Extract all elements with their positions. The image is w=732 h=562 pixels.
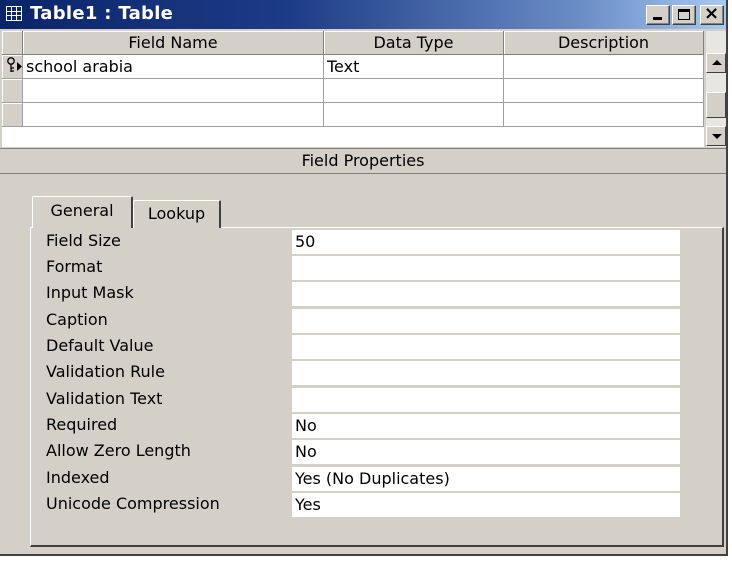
field-grid: Field Name Data Type Description school … [2,31,704,147]
caption-input[interactable] [292,309,680,333]
data-type-cell[interactable] [324,103,504,127]
property-label-validation-rule: Validation Rule [46,362,165,381]
arrow-up-icon [712,60,722,65]
minimize-icon [653,17,662,20]
tab-lookup[interactable]: Lookup [133,200,221,228]
input-mask-input[interactable] [292,282,680,306]
required-input[interactable]: No [292,414,680,438]
primary-key-icon [7,57,22,72]
row-selector-header[interactable] [2,31,23,55]
scroll-up-button[interactable] [706,53,726,73]
column-header-description[interactable]: Description [504,31,704,55]
table-row[interactable] [2,103,704,127]
row-selector[interactable] [2,55,23,79]
default-value-input[interactable] [292,335,680,359]
window-title: Table1 : Table [30,3,174,24]
column-header-data-type[interactable]: Data Type [324,31,504,55]
field-properties-title: Field Properties [301,151,425,170]
grid-header-row: Field Name Data Type Description [2,31,704,55]
allow-zero-length-input[interactable]: No [292,440,680,464]
scroll-down-button[interactable] [706,126,726,146]
data-type-cell[interactable]: Text [324,55,504,79]
validation-text-input[interactable] [292,388,680,412]
row-selector[interactable] [2,103,23,127]
property-label-allow-zero-length: Allow Zero Length [46,441,191,460]
property-label-default-value: Default Value [46,336,154,355]
data-type-cell[interactable] [324,79,504,103]
minimize-button[interactable] [646,5,670,25]
property-label-format: Format [46,257,103,276]
arrow-down-icon [712,134,722,139]
table-row[interactable]: school arabia Text [2,55,704,79]
property-label-required: Required [46,415,118,434]
property-label-caption: Caption [46,310,108,329]
vertical-scrollbar[interactable] [706,31,726,147]
close-button[interactable]: × [700,3,724,25]
field-name-cell[interactable] [23,79,324,103]
field-size-input[interactable]: 50 [292,230,680,254]
tab-general[interactable]: General [32,196,133,228]
row-selector[interactable] [2,79,23,103]
maximize-icon [678,9,690,20]
title-bar[interactable]: Table1 : Table × [0,0,726,29]
unicode-compression-input[interactable]: Yes [292,493,680,517]
table-design-window: Table1 : Table × Field Name Data Type De… [0,0,728,556]
field-properties-header: Field Properties [0,148,726,174]
format-input[interactable] [292,256,680,280]
property-label-unicode-compression: Unicode Compression [46,494,220,513]
description-cell[interactable] [504,79,704,103]
property-label-input-mask: Input Mask [46,283,134,302]
property-label-field-size: Field Size [46,231,121,250]
close-icon: × [704,3,720,24]
maximize-button[interactable] [672,5,696,25]
table-row[interactable] [2,79,704,103]
description-cell[interactable] [504,55,704,79]
indexed-input[interactable]: Yes (No Duplicates) [292,467,680,491]
scroll-thumb[interactable] [706,92,726,118]
field-name-cell[interactable] [23,103,324,127]
column-header-field-name[interactable]: Field Name [23,31,324,55]
field-name-cell[interactable]: school arabia [23,55,324,79]
table-icon [6,6,22,21]
property-label-validation-text: Validation Text [46,389,163,408]
property-label-indexed: Indexed [46,468,110,487]
description-cell[interactable] [504,103,704,127]
current-row-arrow-icon [17,62,22,71]
validation-rule-input[interactable] [292,361,680,385]
